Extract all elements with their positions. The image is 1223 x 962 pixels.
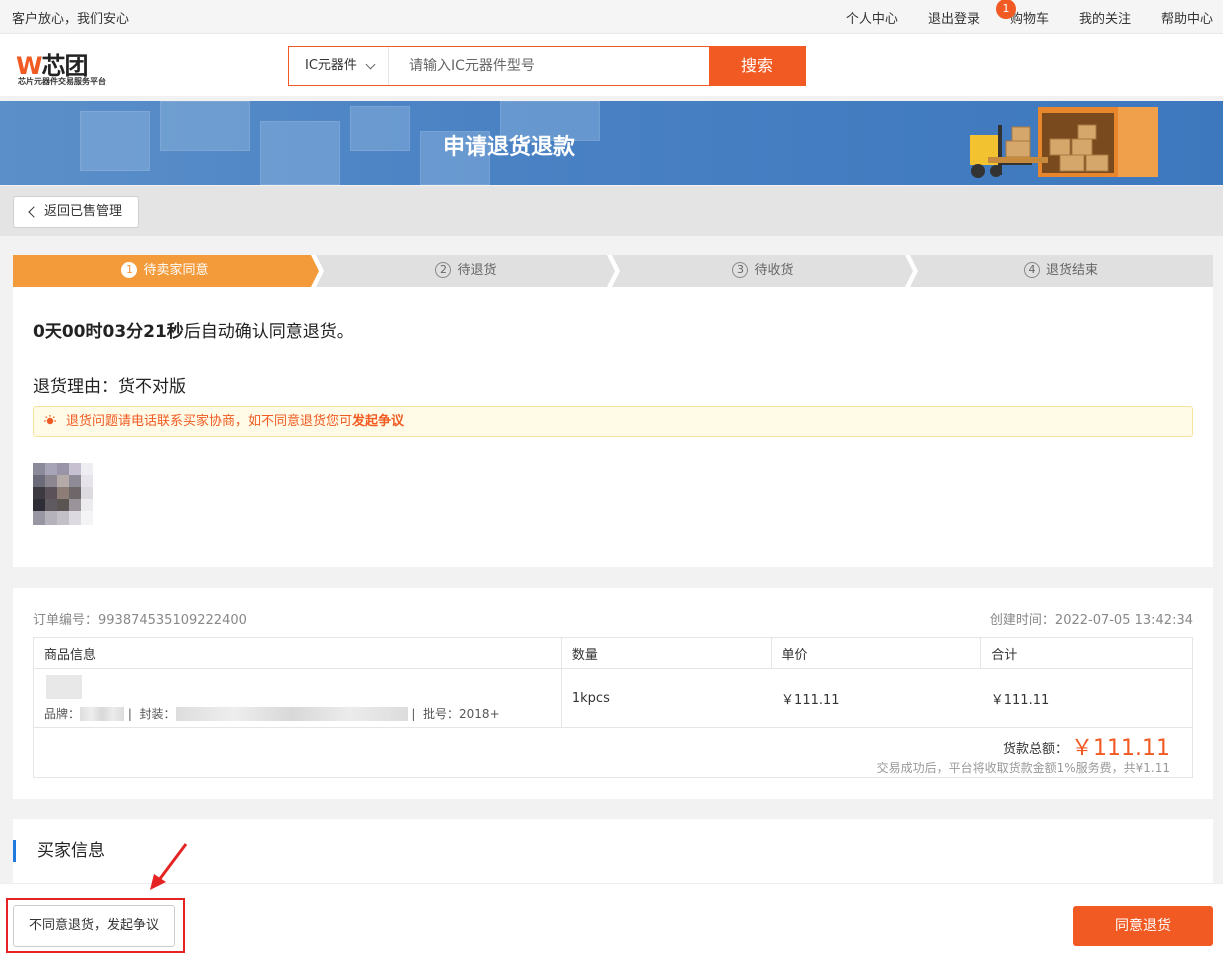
- step-awaiting-seller: 1 待卖家同意: [13, 255, 317, 287]
- page-title: 申请退货退款: [443, 135, 576, 160]
- search-input[interactable]: [389, 47, 709, 85]
- search-bar: IC元器件 搜索: [288, 46, 806, 86]
- product-info-cell: 品牌： | 封装： | 批号：2018+: [33, 668, 562, 728]
- table-header-row: 商品信息 数量 单价 合计: [33, 637, 1193, 669]
- subtotal-cell: ￥111.11: [980, 668, 1193, 728]
- col-subtotal: 合计: [980, 637, 1193, 669]
- unit-price-cell: ￥111.11: [771, 668, 981, 728]
- link-my-follow[interactable]: 我的关注: [1079, 8, 1131, 27]
- evidence-image-thumbnail[interactable]: [33, 463, 93, 525]
- cart-label: 购物车: [1009, 12, 1049, 27]
- table-row: 品牌： | 封装： | 批号：2018+ 1kpcs ￥111.11 ￥111.…: [33, 668, 1193, 728]
- bottom-action-bar: 不同意退货，发起争议 同意退货: [0, 883, 1223, 962]
- order-total: 货款总额： ￥111.11 交易成功后，平台将收取货款金额1%服务费，共¥1.1…: [33, 727, 1193, 778]
- link-cart[interactable]: 1 购物车: [995, 0, 1049, 27]
- top-bar: 客户放心，我们安心 个人中心 退出登录 1 购物车 我的关注 帮助中心: [0, 0, 1223, 34]
- buyer-info-title: 买家信息: [13, 840, 105, 862]
- product-image[interactable]: [46, 674, 82, 699]
- product-meta: 品牌： | 封装： | 批号：2018+: [44, 706, 500, 721]
- col-product-info: 商品信息: [33, 637, 562, 669]
- red-arrow-annotation: [150, 843, 188, 890]
- back-to-sold-button[interactable]: 返回已售管理: [13, 196, 139, 228]
- reject-and-dispute-button[interactable]: 不同意退货，发起争议: [13, 905, 175, 947]
- search-category-select[interactable]: IC元器件: [289, 47, 389, 85]
- refund-status-panel: 1 待卖家同意 2 待退货 3 待收货 4 退货结束 0天00时03分21秒后自动确认同…: [13, 255, 1213, 567]
- service-fee-note: 交易成功后，平台将收取货款金额1%服务费，共¥1.11: [876, 761, 1170, 775]
- order-number: 订单编号：993874535109222400: [33, 613, 247, 628]
- link-logout[interactable]: 退出登录: [928, 8, 980, 27]
- order-info-panel: 订单编号：993874535109222400 创建时间：2022-07-05 …: [13, 588, 1213, 799]
- dispute-link[interactable]: 发起争议: [352, 414, 404, 429]
- quantity-cell: 1kpcs: [561, 668, 772, 728]
- agree-return-button[interactable]: 同意退货: [1073, 906, 1213, 946]
- header: W芯团 芯片元器件交易服务平台 IC元器件 搜索: [0, 34, 1223, 96]
- link-help[interactable]: 帮助中心: [1161, 8, 1213, 27]
- auto-confirm-countdown: 0天00时03分21秒后自动确认同意退货。: [33, 322, 354, 342]
- slogan: 客户放心，我们安心: [12, 12, 130, 27]
- page-banner: 申请退货退款: [0, 101, 1223, 185]
- search-button[interactable]: 搜索: [709, 47, 805, 85]
- return-reason: 退货理由：货不对版: [33, 377, 186, 397]
- created-time: 创建时间：2022-07-05 13:42:34: [989, 613, 1193, 628]
- step-awaiting-receipt: 3 待收货: [614, 255, 912, 287]
- step-awaiting-return: 2 待退货: [318, 255, 614, 287]
- lightbulb-icon: [44, 415, 56, 425]
- notice-banner: 退货问题请电话联系买家协商，如不同意退货您可发起争议: [33, 406, 1193, 437]
- chevron-down-icon: [365, 59, 376, 70]
- goods-table: 商品信息 数量 单价 合计 品牌： | 封装： | 批号：2018+ 1kpcs…: [33, 637, 1193, 728]
- step-return-finished: 4 退货结束: [912, 255, 1210, 287]
- cart-count-badge: 1: [995, 0, 1016, 19]
- container-forklift-illustration: [970, 107, 1158, 178]
- total-label: 货款总额：: [1002, 742, 1068, 757]
- chevron-left-icon: [28, 206, 40, 218]
- top-links: 个人中心 退出登录 1 购物车 我的关注 帮助中心: [816, 0, 1213, 27]
- col-quantity: 数量: [560, 637, 772, 669]
- back-strip: 返回已售管理: [0, 186, 1223, 236]
- link-user-center[interactable]: 个人中心: [846, 8, 898, 27]
- logo-subtitle: 芯片元器件交易服务平台: [18, 77, 106, 86]
- site-logo[interactable]: W芯团 芯片元器件交易服务平台: [16, 46, 126, 88]
- total-amount: ￥111.11: [1071, 736, 1170, 761]
- col-unit-price: 单价: [770, 637, 982, 669]
- buyer-info-panel: 买家信息: [13, 819, 1213, 889]
